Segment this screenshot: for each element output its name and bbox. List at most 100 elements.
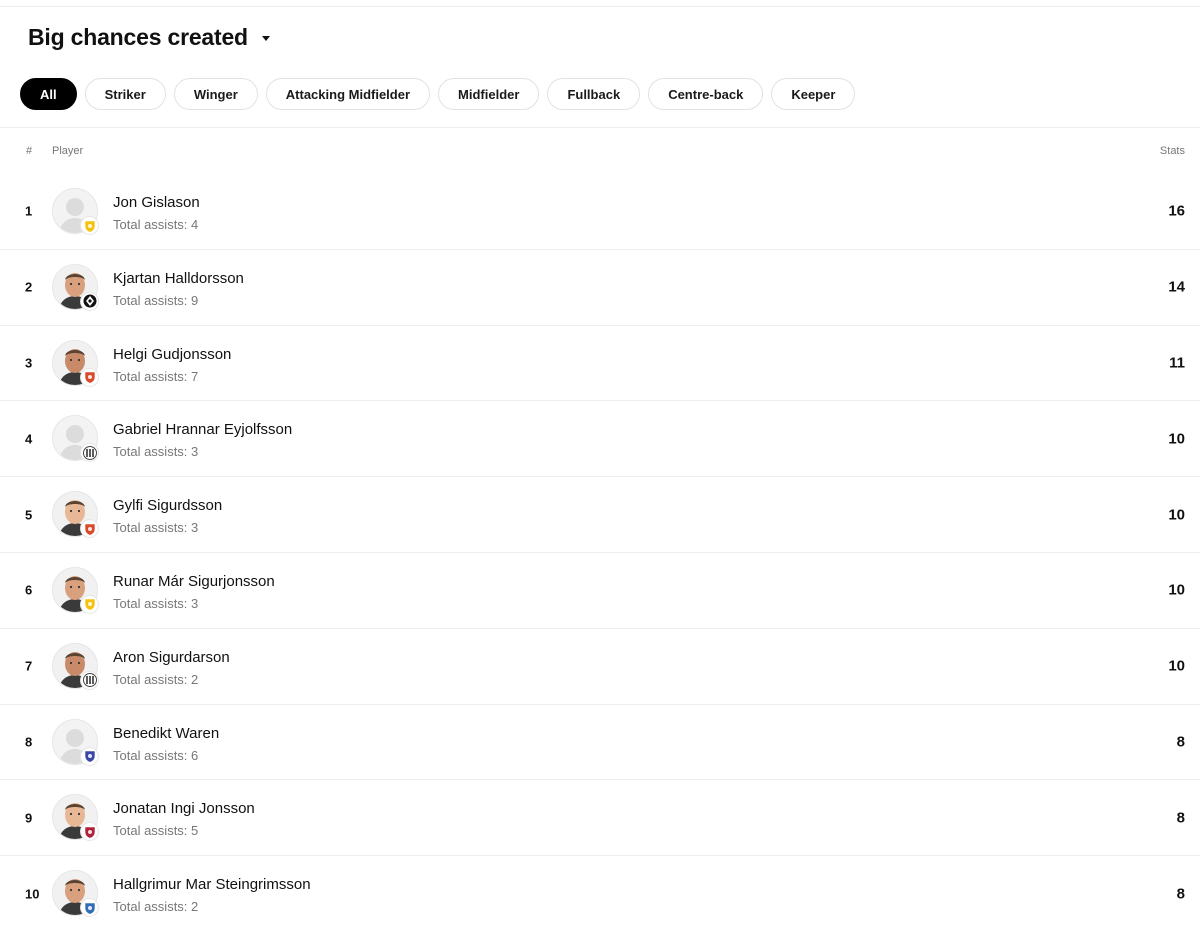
stat-value: 8	[1176, 885, 1185, 903]
red-crest-icon	[81, 520, 98, 538]
total-assists: Total assists: 2	[113, 672, 198, 687]
caret-down-icon	[261, 36, 270, 41]
club-crest	[84, 750, 95, 763]
column-header-stats: Stats	[1159, 145, 1185, 157]
filter-chip-attacking-midfielder[interactable]: Attacking Midfielder	[265, 78, 431, 110]
club-crest	[82, 445, 97, 460]
yellow-crest-icon	[81, 217, 98, 234]
player-row[interactable]: 9 Jonatan Ingi Jonsson Total assists: 5 …	[0, 780, 1200, 857]
stat-value: 8	[1176, 733, 1185, 751]
player-row[interactable]: 3 Helgi Gudjonsson Total assists: 7 11	[0, 326, 1200, 402]
filter-chip-midfielder[interactable]: Midfielder	[438, 78, 540, 110]
blue-shield-icon	[81, 899, 98, 917]
filter-chip-winger[interactable]: Winger	[173, 78, 258, 110]
black-white-crest-icon	[81, 292, 98, 310]
filter-chip-all[interactable]: All	[20, 78, 77, 110]
total-assists-label: Total assists:	[113, 671, 188, 687]
total-assists: Total assists: 3	[113, 520, 198, 535]
stat-value: 10	[1168, 581, 1185, 599]
total-assists-value: 2	[191, 671, 199, 687]
player-row[interactable]: 10 Hallgrimur Mar Steingrimsson Total as…	[0, 856, 1200, 932]
rank-number: 2	[25, 279, 33, 295]
rank-number: 5	[25, 507, 33, 523]
player-name[interactable]: Helgi Gudjonsson	[113, 346, 231, 363]
total-assists: Total assists: 6	[113, 748, 198, 763]
club-crest	[84, 599, 95, 612]
section-divider	[0, 127, 1200, 128]
club-crest	[84, 523, 95, 536]
player-avatar[interactable]	[52, 794, 98, 841]
player-name[interactable]: Jonatan Ingi Jonsson	[113, 800, 255, 817]
total-assists: Total assists: 3	[113, 596, 198, 611]
total-assists: Total assists: 3	[113, 444, 198, 459]
filter-chip-striker[interactable]: Striker	[84, 78, 166, 110]
player-avatar[interactable]	[52, 870, 98, 917]
player-avatar[interactable]	[52, 566, 98, 613]
player-name[interactable]: Gylfi Sigurdsson	[113, 497, 222, 514]
total-assists-value: 3	[191, 595, 199, 611]
total-assists-label: Total assists:	[113, 595, 188, 611]
stat-value: 10	[1168, 430, 1185, 448]
blue-crest-icon	[81, 747, 98, 765]
rank-number: 8	[25, 734, 33, 750]
stat-value: 10	[1168, 657, 1185, 675]
stat-value: 8	[1176, 809, 1185, 827]
total-assists-label: Total assists:	[113, 444, 188, 460]
player-avatar[interactable]	[52, 415, 98, 462]
club-crest	[84, 826, 95, 839]
filter-chip-keeper[interactable]: Keeper	[771, 78, 856, 110]
total-assists-label: Total assists:	[113, 520, 188, 536]
player-row[interactable]: 4 Gabriel Hrannar Eyjolfsson Total assis…	[0, 401, 1200, 478]
player-name[interactable]: Benedikt Waren	[113, 725, 219, 742]
player-avatar[interactable]	[52, 491, 98, 538]
player-name[interactable]: Aron Sigurdarson	[113, 649, 230, 666]
club-crest	[82, 673, 97, 688]
player-name[interactable]: Kjartan Halldorsson	[113, 270, 244, 287]
player-row[interactable]: 7 Aron Sigurdarson Total assists: 2 10	[0, 629, 1200, 705]
club-crest	[83, 294, 96, 308]
column-header-player: Player	[52, 145, 84, 157]
player-avatar[interactable]	[52, 188, 98, 234]
total-assists-label: Total assists:	[113, 368, 188, 384]
total-assists-value: 5	[191, 823, 199, 839]
total-assists-value: 6	[191, 747, 199, 763]
page-title: Big chances created	[28, 23, 248, 50]
player-name[interactable]: Hallgrimur Mar Steingrimsson	[113, 876, 311, 893]
club-crest	[84, 902, 95, 915]
rank-number: 6	[25, 582, 33, 598]
filter-chip-centre-back[interactable]: Centre-back	[648, 78, 764, 110]
player-avatar[interactable]	[52, 263, 98, 310]
total-assists-value: 4	[191, 217, 199, 232]
player-row[interactable]: 1 Jon Gislason Total assists: 4 16	[0, 174, 1200, 250]
total-assists: Total assists: 2	[113, 899, 198, 914]
rank-number: 7	[25, 658, 33, 674]
total-assists-value: 3	[191, 520, 199, 536]
striped-crest-icon	[81, 671, 98, 689]
stat-category-dropdown[interactable]: Big chances created	[28, 20, 270, 54]
player-avatar[interactable]	[52, 642, 98, 689]
maroon-crest-icon	[81, 823, 98, 841]
stat-value: 10	[1168, 506, 1185, 524]
player-row[interactable]: 2 Kjartan Halldorsson Total assists: 9 1…	[0, 250, 1200, 326]
total-assists-label: Total assists:	[113, 217, 188, 232]
player-name[interactable]: Gabriel Hrannar Eyjolfsson	[113, 421, 292, 438]
total-assists: Total assists: 7	[113, 369, 198, 384]
yellow-crest-icon	[81, 595, 98, 613]
player-row[interactable]: 5 Gylfi Sigurdsson Total assists: 3 10	[0, 477, 1200, 553]
rank-number: 10	[25, 886, 40, 902]
player-row[interactable]: 8 Benedikt Waren Total assists: 6 8	[0, 705, 1200, 781]
filter-chip-fullback[interactable]: Fullback	[547, 78, 641, 110]
total-assists-value: 9	[191, 292, 199, 308]
total-assists-label: Total assists:	[113, 292, 188, 308]
rank-number: 1	[25, 203, 33, 219]
player-row[interactable]: 6 Runar Már Sigurjonsson Total assists: …	[0, 553, 1200, 629]
player-ranking-list: 1 Jon Gislason Total assists: 4 16 2 Kja…	[0, 174, 1200, 932]
player-name[interactable]: Jon Gislason	[113, 194, 200, 211]
player-avatar[interactable]	[52, 718, 98, 765]
player-avatar[interactable]	[52, 339, 98, 386]
total-assists: Total assists: 5	[113, 823, 198, 838]
total-assists-value: 2	[191, 899, 199, 915]
player-name[interactable]: Runar Már Sigurjonsson	[113, 573, 275, 590]
club-crest	[84, 371, 95, 384]
total-assists-label: Total assists:	[113, 747, 188, 763]
